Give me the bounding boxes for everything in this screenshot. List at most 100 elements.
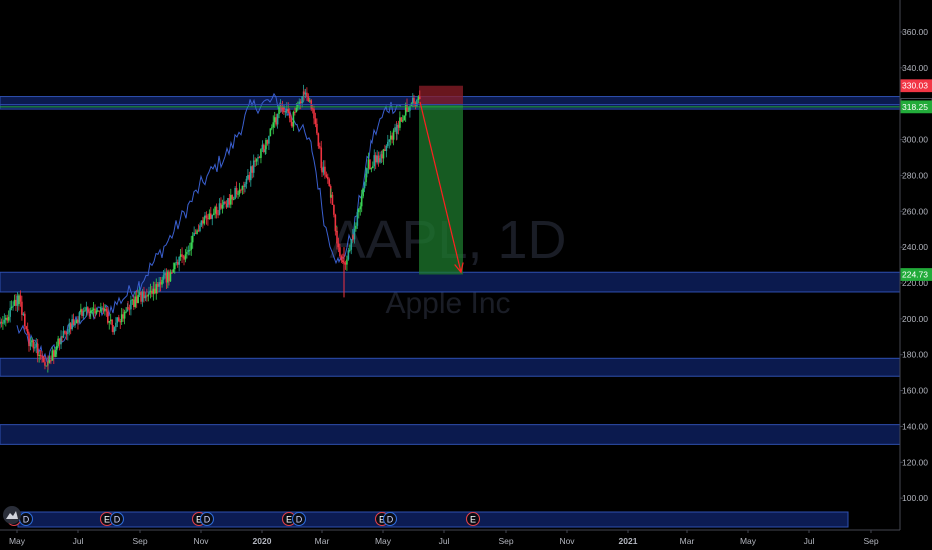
candle-body: [151, 290, 153, 294]
candle-body: [158, 282, 160, 287]
event-marker-label: D: [114, 515, 121, 525]
candle-body: [200, 220, 203, 226]
candle-body: [141, 291, 144, 302]
candle-body: [164, 273, 166, 276]
candle-body: [234, 187, 236, 199]
price-tick-label: 100.00: [902, 493, 928, 503]
candle-body: [373, 155, 376, 167]
candle-body: [143, 291, 145, 299]
candle-body: [284, 111, 287, 113]
candle-body: [379, 158, 381, 163]
time-tick-label: Jul: [804, 536, 815, 546]
price-axis[interactable]: 80.00100.00120.00140.00160.00180.00200.0…: [899, 0, 932, 550]
candle-body: [184, 254, 187, 260]
candle-body: [108, 321, 111, 323]
price-label-text: 330.03: [902, 81, 928, 91]
candle-body: [102, 307, 105, 311]
candle-body: [22, 313, 25, 315]
candle-body: [19, 295, 22, 302]
candle-body: [178, 257, 180, 265]
price-tick-label: 200.00: [902, 314, 928, 324]
price-tick-label: 340.00: [902, 63, 928, 73]
time-tick-label: Nov: [193, 536, 209, 546]
candle-body: [330, 194, 332, 198]
candle-body: [227, 198, 229, 208]
price-chart[interactable]: AAPL, 1D Apple Inc EDEDEDEDEDE 80.00100.…: [0, 0, 932, 550]
candle-267: [369, 159, 371, 170]
support-resistance-zone-3[interactable]: [0, 357, 901, 377]
support-resistance-zone-4[interactable]: [0, 424, 901, 445]
candle-body: [314, 118, 317, 124]
candle-body: [220, 203, 222, 209]
candle-body: [228, 198, 231, 205]
candle-body: [156, 284, 159, 287]
event-marker-label: D: [296, 515, 303, 525]
candle-body: [346, 259, 348, 265]
candle-body: [372, 166, 374, 169]
candle-body: [205, 215, 208, 219]
candle-body: [69, 323, 72, 330]
dividend-event-9[interactable]: D: [382, 511, 398, 527]
candle-body: [402, 120, 404, 122]
candle-body: [135, 296, 138, 304]
time-tick-label: May: [9, 536, 26, 546]
candle-body: [244, 183, 246, 187]
candle-body: [370, 168, 373, 170]
candle-body: [291, 122, 293, 127]
candle-body: [191, 235, 194, 243]
candle-body: [316, 123, 318, 134]
price-label-318-25: 318.25: [900, 100, 932, 114]
price-tick-label: 180.00: [902, 350, 928, 360]
candle-body: [257, 157, 259, 159]
candle-body: [271, 127, 273, 129]
time-axis[interactable]: May Jul Sep Nov 2020 Mar May Jul Sep Nov 2021 Mar Ma…: [0, 529, 932, 550]
candle-body: [290, 118, 292, 123]
candle-body: [331, 194, 334, 205]
short-position-tool[interactable]: [419, 85, 463, 275]
event-marker-label: D: [204, 515, 211, 525]
candle-body: [161, 279, 163, 285]
event-marker-label: E: [470, 515, 476, 525]
candle-body: [74, 323, 76, 326]
candle-57: [78, 310, 81, 324]
candle-body: [175, 262, 178, 264]
candle-body: [122, 314, 124, 319]
candle-body: [187, 250, 190, 252]
candle-body: [94, 308, 96, 314]
support-resistance-zone-2[interactable]: [0, 271, 901, 293]
price-label-224-73: 224.73: [900, 268, 932, 281]
event-marker-label: E: [286, 515, 292, 525]
candle-body: [382, 149, 385, 159]
candle-body: [269, 128, 272, 137]
candle-body: [172, 269, 175, 273]
candle-body: [224, 201, 226, 204]
candle-body: [186, 251, 188, 255]
time-tick-label: Sep: [498, 536, 513, 546]
time-tick-label: Jul: [439, 536, 450, 546]
candle-body: [417, 96, 420, 101]
candle-body: [235, 187, 238, 195]
earnings-event-10[interactable]: E: [465, 511, 481, 527]
candle-body: [334, 214, 337, 232]
candle-body: [369, 159, 371, 170]
chart-logo-icon[interactable]: [3, 506, 21, 524]
candle-body: [252, 160, 255, 173]
candle-body: [9, 308, 11, 317]
candle-body: [276, 114, 279, 125]
candle-body: [137, 294, 139, 304]
candle-body: [32, 340, 35, 349]
candle-body: [231, 194, 234, 200]
candle-body: [362, 188, 364, 197]
candle-body: [215, 206, 218, 215]
candle-body: [162, 275, 165, 280]
stop-loss-area[interactable]: [419, 85, 463, 105]
dividend-event-5[interactable]: D: [199, 511, 215, 527]
candle-body: [385, 145, 388, 152]
dividend-event-3[interactable]: D: [109, 511, 125, 527]
candle-body: [50, 360, 52, 362]
dividend-event-1[interactable]: D: [18, 511, 34, 527]
dividend-event-7[interactable]: D: [291, 511, 307, 527]
candle-body: [299, 101, 302, 104]
candle-body: [51, 350, 54, 361]
candle-body: [327, 176, 329, 180]
